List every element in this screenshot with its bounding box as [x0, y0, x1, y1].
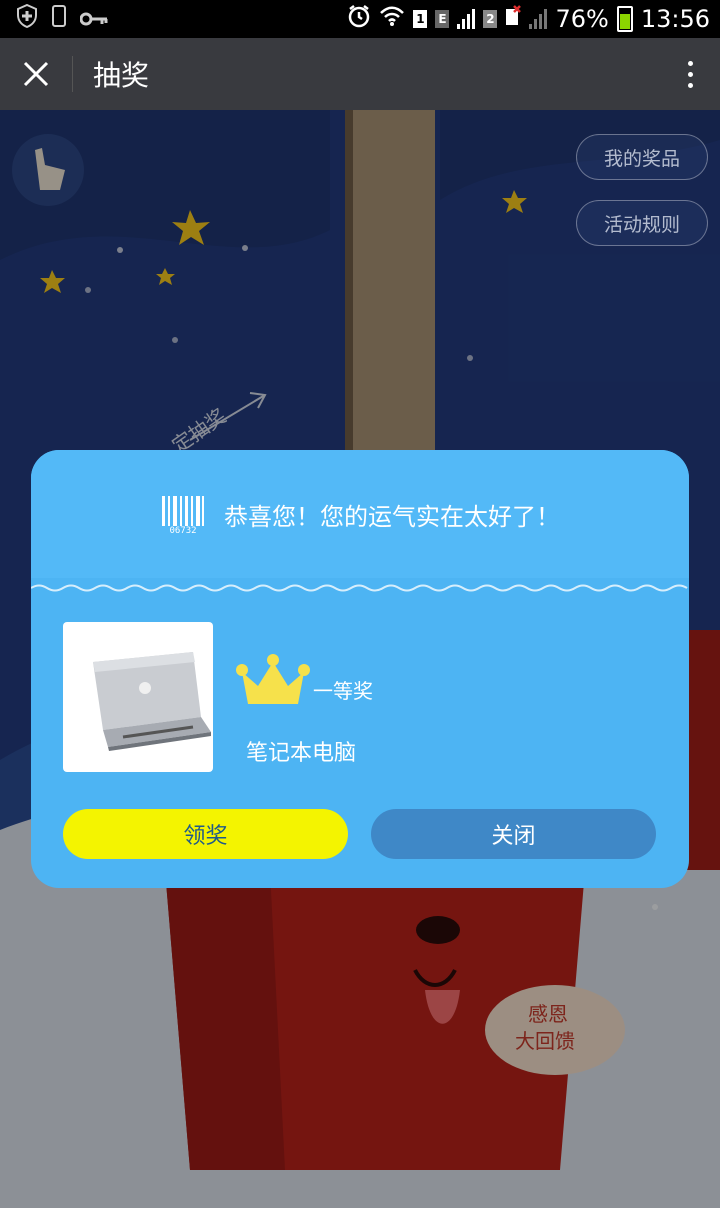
- key-icon: [79, 5, 108, 33]
- close-page-button[interactable]: [0, 38, 72, 110]
- more-dot-icon: [687, 60, 693, 66]
- prize-rank-label: 一等奖: [313, 679, 373, 703]
- signal-icon-2: [529, 9, 548, 29]
- close-icon: [23, 61, 49, 87]
- laptop-icon: [93, 652, 211, 751]
- battery-icon: [616, 6, 633, 32]
- dialog-header: 06732 恭喜您！您的运气实在太好了！: [31, 450, 689, 578]
- barcode-icon: 06732: [160, 494, 206, 536]
- signal-icon: [457, 9, 476, 29]
- phone-icon: [52, 5, 66, 33]
- network-type-badge: E: [435, 10, 450, 28]
- more-menu-button[interactable]: [660, 38, 720, 110]
- status-bar: 1 E 2 76% 13:56: [0, 0, 720, 38]
- shield-icon: [16, 3, 38, 34]
- prize-image: [63, 622, 213, 772]
- dialog-body: 一等奖 笔记本电脑: [31, 597, 689, 817]
- wave-divider: [31, 584, 688, 592]
- activity-rules-button[interactable]: 活动规则: [576, 200, 708, 246]
- page-title: 抽奖: [93, 59, 150, 92]
- alarm-icon: [347, 4, 371, 34]
- close-dialog-button[interactable]: 关闭: [371, 809, 656, 859]
- sim-disabled-icon: [505, 5, 522, 33]
- title-divider: [72, 56, 73, 92]
- wifi-icon: [379, 5, 405, 33]
- congrats-message: 恭喜您！您的运气实在太好了！: [224, 502, 560, 531]
- sim1-badge: 1: [413, 10, 428, 28]
- prize-dialog: 06732 恭喜您！您的运气实在太好了！ 一等奖 笔记本电脑 领奖 关闭: [31, 450, 689, 888]
- barcode-number: 06732: [160, 526, 206, 536]
- clock: 13:56: [640, 5, 710, 33]
- sim2-badge: 2: [483, 10, 498, 28]
- battery-percent: 76%: [555, 5, 609, 33]
- prize-name-label: 笔记本电脑: [246, 741, 357, 766]
- claim-prize-button[interactable]: 领奖: [63, 809, 348, 859]
- title-bar: 抽奖: [0, 38, 720, 110]
- my-prizes-button[interactable]: 我的奖品: [576, 134, 708, 180]
- crown-icon: [236, 654, 310, 704]
